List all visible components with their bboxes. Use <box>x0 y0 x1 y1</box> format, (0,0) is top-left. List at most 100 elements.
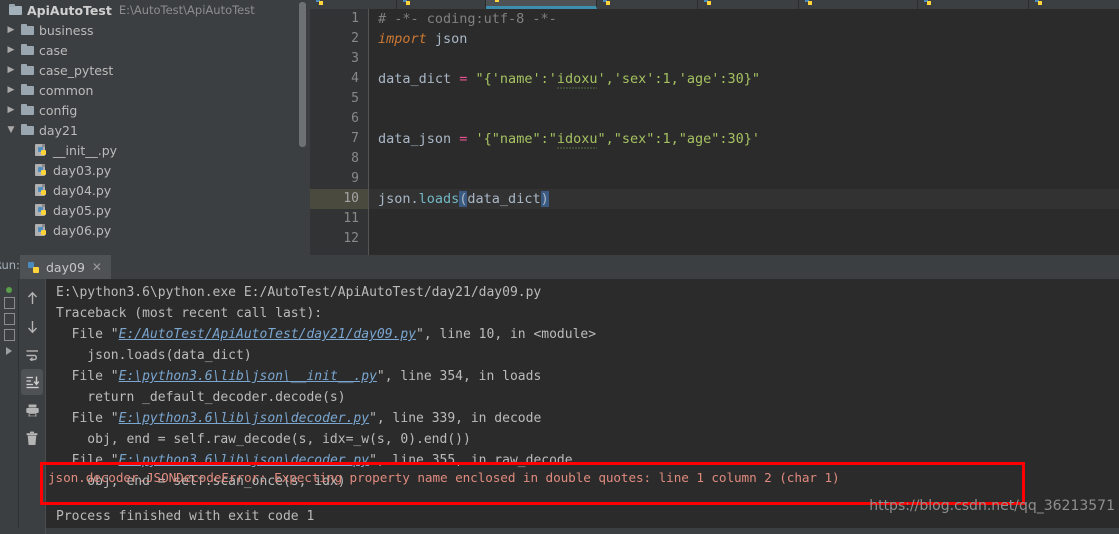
python-file-icon <box>603 0 611 6</box>
editor-tab[interactable] <box>799 0 918 9</box>
run-tab-bar[interactable]: day09 ✕ <box>0 255 1119 280</box>
sidebar-item-business[interactable]: ▶ business <box>0 20 310 40</box>
chevron-right-icon[interactable]: ▶ <box>4 100 18 120</box>
tree-item-label: business <box>39 22 94 38</box>
rerun-icon[interactable] <box>21 285 43 311</box>
file-link[interactable]: E:\python3.6\lib\json\decoder.py <box>119 411 369 426</box>
line-number: 12 <box>343 231 359 246</box>
python-file-icon <box>316 0 324 6</box>
print-icon[interactable] <box>21 397 43 423</box>
code-line-10: json.loads(data_dict) <box>369 189 1119 209</box>
error-message: json.decoder.JSONDecodeError: Expecting … <box>48 470 840 485</box>
chevron-down-icon[interactable]: ▼ <box>4 120 18 140</box>
chevron-right-icon[interactable]: ▶ <box>4 20 18 40</box>
sidebar-item-config[interactable]: ▶ config <box>0 100 310 120</box>
chevron-right-icon[interactable]: ▶ <box>4 40 18 60</box>
argument-data-dict: data_dict <box>467 191 541 207</box>
editor-tab[interactable] <box>310 0 397 9</box>
soft-wrap-icon[interactable] <box>21 341 43 367</box>
run-config-icon[interactable] <box>3 297 15 309</box>
editor-gutter[interactable]: 1 2 3 4 5 6 7 8 9 10 11 12 <box>310 9 369 255</box>
list-item[interactable]: __init__.py <box>0 140 310 160</box>
editor-tab-active[interactable] <box>486 0 597 9</box>
stop-icon[interactable] <box>21 313 43 339</box>
console-line-link[interactable]: File "E:/AutoTest/ApiAutoTest/day21/day0… <box>56 324 1119 345</box>
trash-icon[interactable] <box>21 425 43 451</box>
console-line-post: ", line 10, in <module> <box>416 327 597 342</box>
file-link[interactable]: E:/AutoTest/ApiAutoTest/day21/day09.py <box>119 327 416 342</box>
editor-tab[interactable] <box>918 0 1029 9</box>
file-link[interactable]: E:\python3.6\lib\json\decoder.py <box>119 453 369 468</box>
scroll-to-end-icon[interactable] <box>21 369 43 395</box>
run-toolbar[interactable] <box>19 279 46 534</box>
list-item[interactable]: day04.py <box>0 180 310 200</box>
console-line: Traceback (most recent call last): <box>56 306 323 321</box>
debug-icon[interactable] <box>3 313 15 325</box>
console-line-post: ", line 355, in raw_decode <box>369 453 573 468</box>
folder-icon <box>18 64 36 75</box>
editor-tab[interactable] <box>1029 0 1119 9</box>
tree-item-label: day21 <box>39 122 78 138</box>
console-output[interactable]: E:\python3.6\python.exe E:/AutoTest/ApiA… <box>46 279 1119 528</box>
editor-tab-strip[interactable] <box>310 0 1119 9</box>
editor-tab[interactable] <box>397 0 486 9</box>
code-line-4: data_dict = "{'name':'idoxu','sex':1,'ag… <box>369 69 1119 89</box>
project-tree-panel[interactable]: ApiAutoTest E:\AutoTest\ApiAutoTest ▶ bu… <box>0 0 310 255</box>
folder-icon <box>18 104 36 115</box>
console-line-post: ", line 339, in decode <box>369 411 542 426</box>
console-line: json.loads(data_dict) <box>56 348 252 363</box>
tree-item-label: config <box>39 102 78 118</box>
coverage-icon[interactable] <box>3 329 15 341</box>
tree-item-label: common <box>39 82 94 98</box>
console-line-pre: File " <box>56 369 119 384</box>
project-tree-scrollbar[interactable] <box>299 2 306 147</box>
editor-tab[interactable] <box>597 0 698 9</box>
list-item[interactable]: day05.py <box>0 200 310 220</box>
sidebar-item-case-pytest[interactable]: ▶ case_pytest <box>0 60 310 80</box>
editor-code-area[interactable]: # -*- coding:utf-8 -*- import json data_… <box>369 9 1119 255</box>
python-file-icon <box>32 183 50 197</box>
sidebar-item-common[interactable]: ▶ common <box>0 80 310 100</box>
run-left-gutter[interactable] <box>0 279 19 528</box>
console-line-link[interactable]: File "E:\python3.6\lib\json\decoder.py",… <box>56 450 1119 471</box>
console-line-link[interactable]: File "E:\python3.6\lib\json\__init__.py"… <box>56 366 1119 387</box>
list-item[interactable]: day03.py <box>0 160 310 180</box>
run-play-icon[interactable] <box>6 347 12 355</box>
close-icon[interactable]: ✕ <box>92 261 102 273</box>
process-exit-message: Process finished with exit code 1 <box>56 509 315 524</box>
tree-item-label: day06.py <box>53 222 112 238</box>
list-item[interactable]: day06.py <box>0 220 310 240</box>
python-file-icon <box>1035 0 1043 6</box>
run-tab-label: day09 <box>46 259 85 275</box>
sidebar-item-case[interactable]: ▶ case <box>0 40 310 60</box>
folder-icon <box>18 44 36 55</box>
python-file-icon <box>32 223 50 237</box>
code-editor[interactable]: 1 2 3 4 5 6 7 8 9 10 11 12 # -*- coding:… <box>310 0 1119 255</box>
line-number: 2 <box>351 31 359 46</box>
folder-icon <box>6 4 24 15</box>
chevron-right-icon[interactable]: ▶ <box>4 80 18 100</box>
line-number-current: 10 <box>310 189 368 209</box>
console-line-link[interactable]: File "E:\python3.6\lib\json\decoder.py",… <box>56 408 1119 429</box>
paren-close-highlight: ) <box>540 191 549 207</box>
tree-item-label: day05.py <box>53 202 112 218</box>
string-literal: "{'name':'idoxu','sex':1,'age':30}" <box>467 71 761 89</box>
sidebar-item-day21[interactable]: ▼ day21 <box>0 120 310 140</box>
top-area: ApiAutoTest E:\AutoTest\ApiAutoTest ▶ bu… <box>0 0 1119 255</box>
tree-row-root[interactable]: ApiAutoTest E:\AutoTest\ApiAutoTest <box>0 0 310 20</box>
console-line-pre: File " <box>56 411 119 426</box>
run-tool-window: day09 ✕ E:\python3.6\python.exe E:/AutoT… <box>0 255 1119 534</box>
editor-tab[interactable] <box>698 0 799 9</box>
line-number: 4 <box>351 71 359 86</box>
folder-icon <box>18 24 36 35</box>
file-link[interactable]: E:\python3.6\lib\json\__init__.py <box>119 369 377 384</box>
tree-item-label: case <box>39 42 68 58</box>
code-line-7: data_json = '{"name":"idoxu","sex":1,"ag… <box>369 129 1119 149</box>
run-tab-day09[interactable]: day09 ✕ <box>20 255 111 279</box>
module-ref: json. <box>378 191 419 207</box>
chevron-right-icon[interactable]: ▶ <box>4 60 18 80</box>
